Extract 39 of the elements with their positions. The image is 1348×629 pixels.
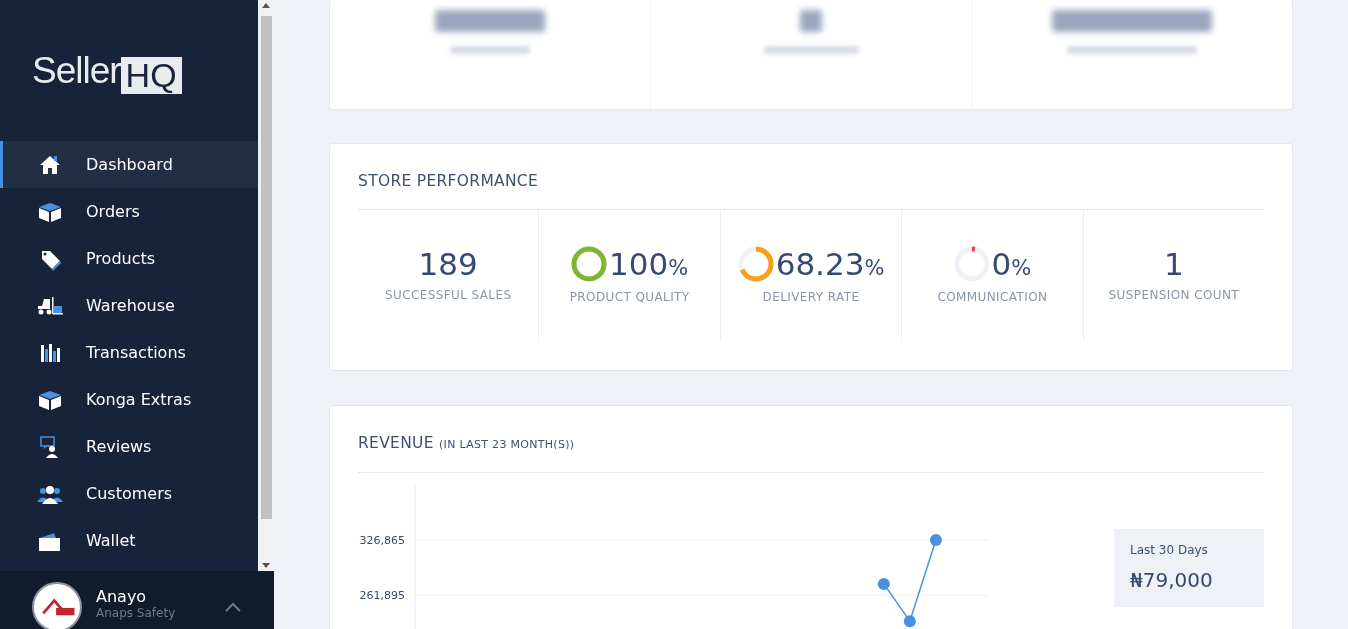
card-title: STORE PERFORMANCE <box>357 171 540 192</box>
sidebar-item[interactable]: Wallet <box>0 517 258 564</box>
chevron-up-icon[interactable] <box>224 601 242 613</box>
sidebar-item[interactable]: Orders <box>0 188 258 235</box>
sidebar-item[interactable]: Customers <box>0 470 258 517</box>
progress-ring <box>737 246 774 283</box>
metric-label: SUCCESSFUL SALES <box>384 286 512 304</box>
metric-label: PRODUCT QUALITY <box>569 289 690 307</box>
data-point <box>929 533 942 546</box>
metric-value: 1 <box>1163 248 1184 280</box>
progress-ring <box>571 246 608 283</box>
metric-value: 189 <box>418 248 478 280</box>
metric-label: COMMUNICATION <box>937 289 1048 307</box>
scrollbar[interactable] <box>258 0 274 571</box>
card-title: REVENUE (IN LAST 23 MONTH(S)) <box>357 433 576 455</box>
metric-label: DELIVERY RATE <box>762 289 860 307</box>
metric-label: SUSPENSION COUNT <box>1108 286 1240 304</box>
period-label: Last 30 Days <box>1130 541 1209 559</box>
revenue-amount: ₦79,000 <box>1130 566 1214 594</box>
logo-text: Seller <box>32 48 121 93</box>
progress-ring <box>953 246 990 283</box>
sidebar-item[interactable]: Dashboard <box>0 141 258 188</box>
sidebar-item[interactable]: Reviews <box>0 423 258 470</box>
metric-value: 100% <box>609 248 689 280</box>
sidebar-item[interactable]: Transactions <box>0 329 258 376</box>
store-name: Anaps Safety <box>96 606 177 621</box>
store-logo-icon <box>32 582 82 629</box>
sidebar-item[interactable]: Konga Extras <box>0 376 258 423</box>
metric-value: 68.23% <box>775 248 885 280</box>
data-point <box>877 577 890 590</box>
axis-label: 326,865 <box>359 533 405 547</box>
data-point <box>903 614 916 627</box>
sidebar-item[interactable]: Products <box>0 235 258 282</box>
user-name: Anayo <box>96 587 148 607</box>
metric-value: 0% <box>991 248 1032 280</box>
sidebar-item[interactable]: Warehouse <box>0 282 258 329</box>
logo-box: HQ <box>120 56 182 95</box>
blurred-text <box>800 10 822 32</box>
axis-label: 261,895 <box>359 588 405 602</box>
